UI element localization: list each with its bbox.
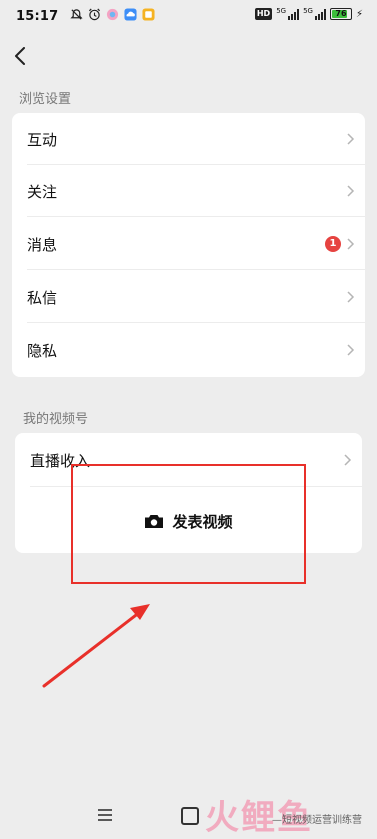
- notes-app-icon: [142, 8, 155, 21]
- signal-icon: 5G: [276, 7, 300, 20]
- battery-level: 76: [335, 9, 347, 18]
- status-right: HD 5G 5G 76 ⚡: [254, 7, 363, 20]
- mute-bell-icon: [70, 9, 83, 20]
- home-icon[interactable]: [181, 807, 199, 825]
- chevron-right-icon: [347, 238, 355, 250]
- chevron-right-icon: [347, 344, 355, 356]
- divider: [27, 269, 365, 270]
- browser-app-icon: [106, 8, 119, 21]
- signal-label-2: 5G: [303, 7, 313, 15]
- browse-settings-card: 互动 关注 消息 1 私信 隐私: [12, 113, 365, 377]
- settings-item-private-message[interactable]: 私信: [12, 271, 365, 323]
- status-icons: [70, 8, 155, 21]
- settings-item-label: 隐私: [27, 341, 58, 360]
- section-title-browse: 浏览设置: [19, 92, 72, 107]
- settings-item-follow[interactable]: 关注: [12, 165, 365, 217]
- chevron-right-icon: [347, 133, 355, 145]
- back-button[interactable]: [8, 42, 32, 70]
- charging-icon: ⚡: [355, 8, 363, 20]
- settings-item-label: 关注: [27, 182, 58, 201]
- chevron-right-icon: [347, 291, 355, 303]
- cloud-app-icon: [124, 8, 137, 21]
- settings-item-interaction[interactable]: 互动: [12, 113, 365, 165]
- back-arrow-icon: [15, 47, 25, 65]
- signal-label: 5G: [276, 7, 287, 15]
- section-title-channel: 我的视频号: [23, 412, 89, 427]
- hd-badge: HD: [254, 8, 273, 20]
- settings-item-label: 私信: [27, 288, 58, 307]
- signal-icon-2: 5G: [303, 8, 326, 20]
- settings-item-label: 消息: [27, 235, 58, 254]
- unread-badge: 1: [325, 236, 341, 252]
- chevron-right-icon: [344, 454, 352, 466]
- watermark-text: —短视频运营训练营: [272, 815, 362, 826]
- status-time: 15:17: [16, 9, 59, 24]
- divider: [27, 216, 365, 217]
- divider: [27, 322, 365, 323]
- chevron-right-icon: [347, 185, 355, 197]
- settings-item-messages[interactable]: 消息 1: [12, 218, 365, 270]
- alarm-clock-icon: [88, 8, 101, 21]
- battery-icon: 76: [329, 8, 352, 20]
- menu-icon[interactable]: [96, 806, 114, 824]
- annotation-highlight-box: [71, 464, 306, 584]
- settings-item-privacy[interactable]: 隐私: [12, 324, 365, 376]
- settings-item-label: 互动: [27, 130, 58, 149]
